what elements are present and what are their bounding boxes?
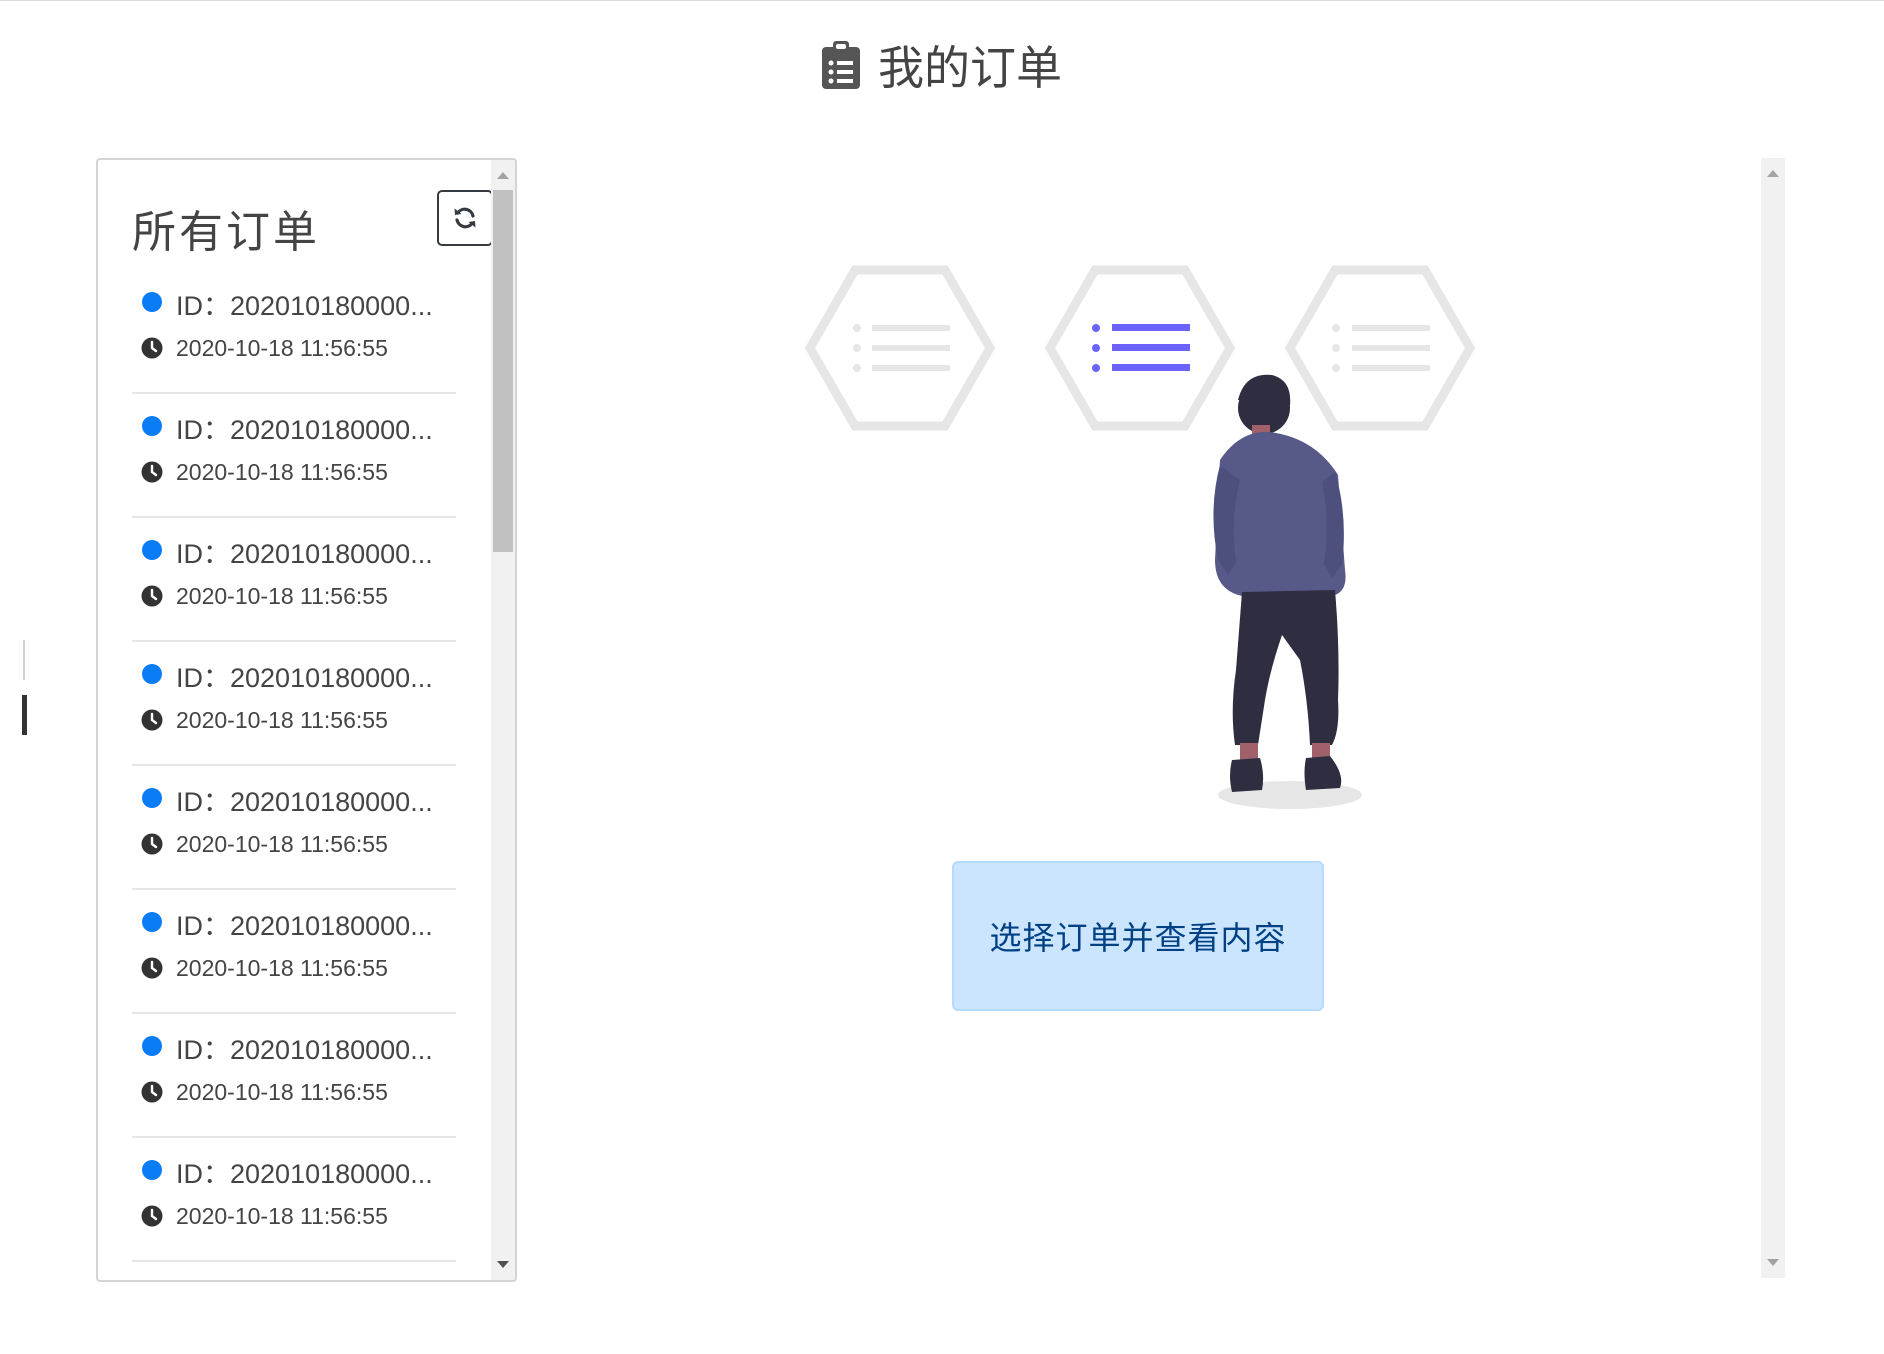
scroll-up-arrow-icon[interactable] (1767, 170, 1779, 177)
clock-icon (141, 461, 163, 483)
order-time: 2020-10-18 11:56:55 (176, 459, 388, 485)
detail-scrollbar[interactable] (1761, 158, 1785, 1278)
order-list-item[interactable]: ID：202010180000... (132, 1262, 456, 1280)
order-time: 2020-10-18 11:56:55 (176, 1079, 388, 1105)
empty-state-illustration (804, 265, 1476, 809)
clock-icon (141, 337, 163, 359)
text-cursor (22, 695, 27, 735)
status-dot (142, 788, 162, 808)
status-dot (142, 292, 162, 312)
top-border (0, 0, 1884, 1)
status-dot (142, 1036, 162, 1056)
status-dot (142, 664, 162, 684)
empty-state-alert: 选择订单并查看内容 (952, 861, 1324, 1011)
orders-scroll-area[interactable]: 所有订单 ID：202010180000... 2020-10-18 11:56… (98, 160, 492, 1280)
clock-icon (141, 957, 163, 979)
order-list-item[interactable]: ID：202010180000... 2020-10-18 11:56:55 (132, 642, 456, 766)
scroll-down-arrow-icon[interactable] (1767, 1259, 1779, 1266)
order-id: ID：202010180000... (176, 911, 433, 941)
status-dot (142, 1160, 162, 1180)
orders-scrollbar[interactable] (491, 160, 515, 1280)
page-title: 我的订单 (0, 30, 1884, 100)
order-list-item[interactable]: ID：202010180000... 2020-10-18 11:56:55 (132, 518, 456, 642)
order-id: ID：202010180000... (176, 291, 433, 321)
order-list: ID：202010180000... 2020-10-18 11:56:55 I… (132, 270, 456, 1280)
order-time: 2020-10-18 11:56:55 (176, 1203, 388, 1229)
clock-icon (141, 833, 163, 855)
clock-icon (141, 585, 163, 607)
order-time: 2020-10-18 11:56:55 (176, 831, 388, 857)
refresh-button[interactable] (437, 190, 492, 246)
scrollbar-thumb[interactable] (493, 190, 513, 552)
orders-panel: 所有订单 ID：202010180000... 2020-10-18 11:56… (96, 158, 517, 1282)
person-figure (1213, 374, 1362, 809)
order-time: 2020-10-18 11:56:55 (176, 583, 388, 609)
scroll-up-arrow-icon[interactable] (497, 172, 509, 179)
scroll-down-arrow-icon[interactable] (497, 1261, 509, 1268)
status-dot (142, 912, 162, 932)
empty-state-message: 选择订单并查看内容 (989, 920, 1287, 956)
order-id: ID：202010180000... (176, 1035, 433, 1065)
order-list-item[interactable]: ID：202010180000... 2020-10-18 11:56:55 (132, 766, 456, 890)
order-list-item[interactable]: ID：202010180000... 2020-10-18 11:56:55 (132, 890, 456, 1014)
edge-divider (23, 640, 25, 680)
order-list-item[interactable]: ID：202010180000... 2020-10-18 11:56:55 (132, 1014, 456, 1138)
order-list-item[interactable]: ID：202010180000... 2020-10-18 11:56:55 (132, 1138, 456, 1262)
order-id: ID：202010180000... (176, 1159, 433, 1189)
page-title-text: 我的订单 (878, 42, 1062, 94)
order-id: ID：202010180000... (176, 663, 433, 693)
order-list-item[interactable]: ID：202010180000... 2020-10-18 11:56:55 (132, 394, 456, 518)
order-list-item[interactable]: ID：202010180000... 2020-10-18 11:56:55 (132, 270, 456, 394)
order-id: ID：202010180000... (176, 539, 433, 569)
sync-icon (454, 207, 476, 229)
clock-icon (141, 1205, 163, 1227)
clock-icon (141, 1081, 163, 1103)
orders-panel-header: 所有订单 (132, 190, 492, 257)
orders-panel-title: 所有订单 (132, 208, 320, 257)
status-dot (142, 540, 162, 560)
status-dot (142, 416, 162, 436)
clock-icon (141, 709, 163, 731)
order-id: ID：202010180000... (176, 1276, 456, 1280)
order-time: 2020-10-18 11:56:55 (176, 955, 388, 981)
order-id: ID：202010180000... (176, 415, 433, 445)
clipboard-list-icon (822, 41, 860, 89)
order-time: 2020-10-18 11:56:55 (176, 707, 388, 733)
order-time: 2020-10-18 11:56:55 (176, 335, 388, 361)
order-id: ID：202010180000... (176, 787, 433, 817)
